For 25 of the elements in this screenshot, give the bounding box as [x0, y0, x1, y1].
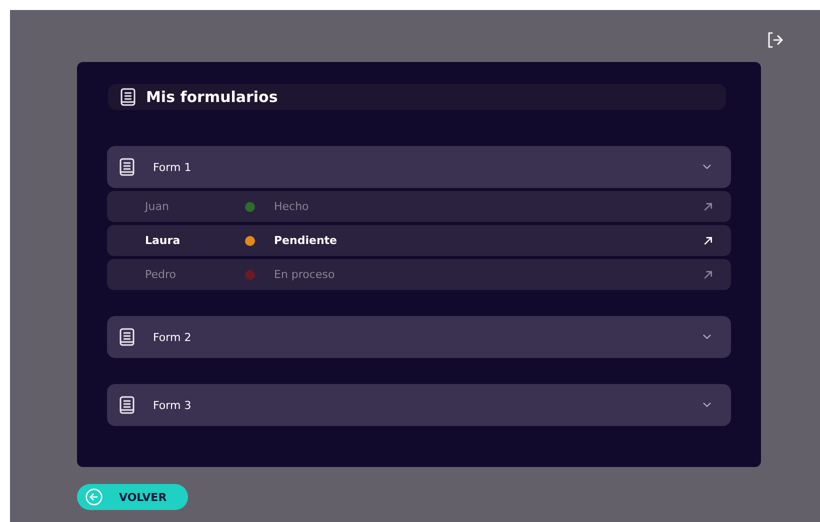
- document-icon: [119, 158, 135, 176]
- form-name: Form 3: [153, 398, 192, 412]
- form-name: Form 1: [153, 160, 192, 174]
- logout-icon[interactable]: [765, 30, 785, 50]
- document-icon: [120, 88, 136, 106]
- back-button[interactable]: VOLVER: [77, 484, 188, 510]
- response-row[interactable]: Pedro En proceso: [107, 259, 731, 290]
- page-title: Mis formularios: [146, 88, 278, 106]
- status-label: Pendiente: [274, 234, 338, 247]
- form-name: Form 2: [153, 330, 192, 344]
- person-name: Laura: [145, 234, 182, 247]
- form-header[interactable]: Form 2: [107, 316, 731, 358]
- chevron-icon: [701, 162, 713, 172]
- person-name: Juan: [145, 200, 170, 213]
- document-icon: [119, 328, 135, 346]
- document-icon: [119, 396, 135, 414]
- person-name: Pedro: [145, 268, 178, 281]
- status-label: En proceso: [274, 268, 336, 281]
- form-header[interactable]: Form 1: [107, 146, 731, 188]
- response-row[interactable]: Laura Pendiente: [107, 225, 731, 256]
- status-label: Hecho: [274, 200, 310, 213]
- chevron-icon: [701, 400, 713, 410]
- form-header[interactable]: Form 3: [107, 384, 731, 426]
- chevron-icon: [701, 332, 713, 342]
- response-row[interactable]: Juan Hecho: [107, 191, 731, 222]
